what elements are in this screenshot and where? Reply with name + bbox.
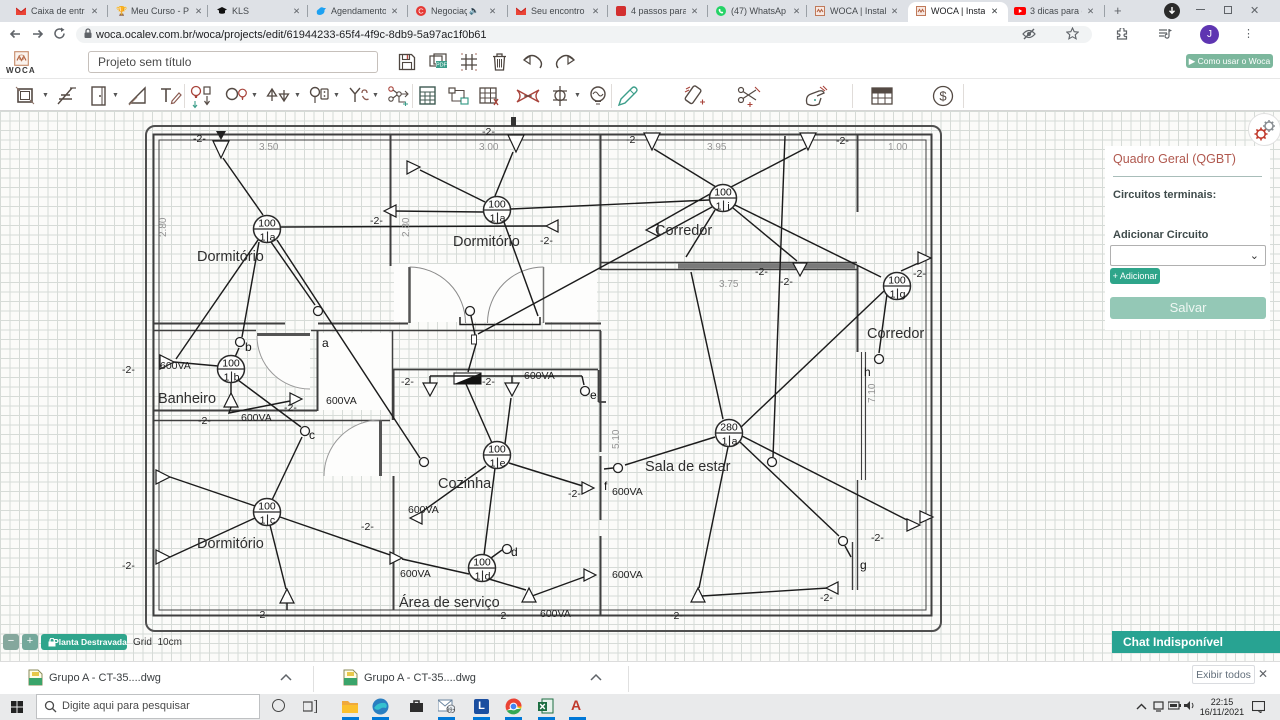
svg-text:99+: 99+ (446, 707, 455, 713)
svg-text:PDF: PDF (436, 63, 448, 69)
svg-text:C: C (418, 7, 424, 16)
svg-text:$: $ (939, 89, 947, 104)
